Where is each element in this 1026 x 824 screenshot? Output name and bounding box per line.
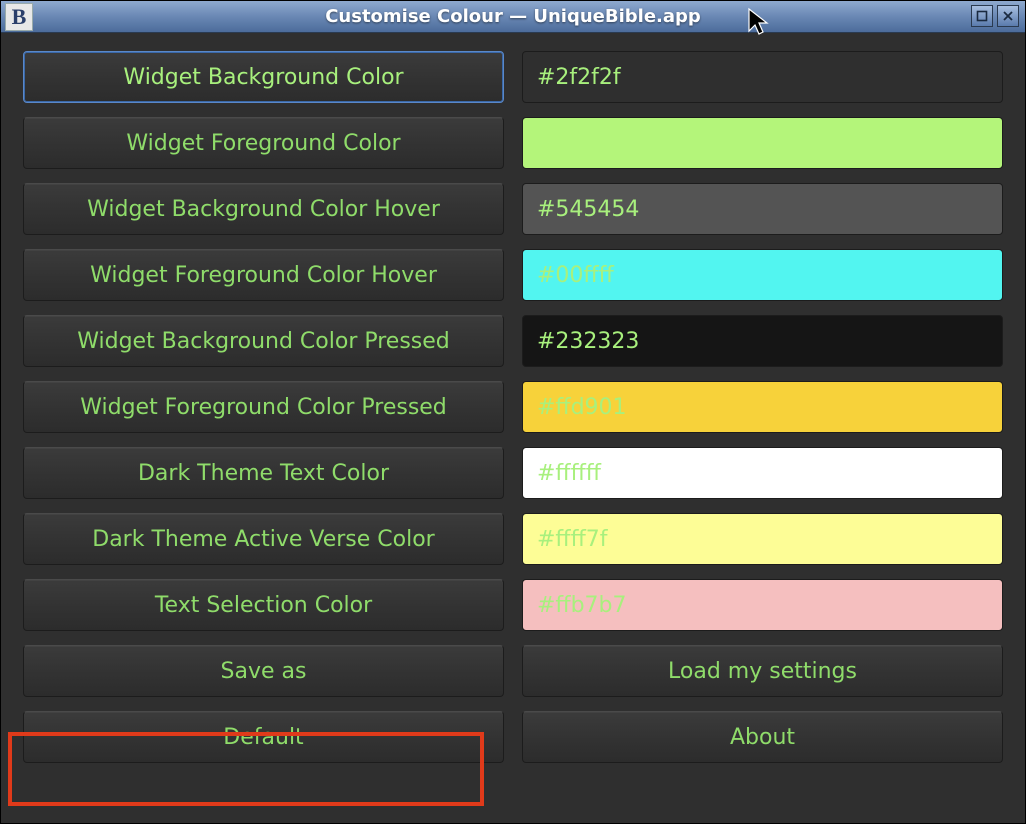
- app-window: B Customise Colour — UniqueBible.app Wid…: [0, 0, 1026, 824]
- color-label-button-3[interactable]: Widget Foreground Color Hover: [23, 249, 504, 301]
- color-label-button-0[interactable]: Widget Background Color: [23, 51, 504, 103]
- about-button[interactable]: About: [522, 711, 1003, 763]
- color-value-text: #ffb7b7: [537, 593, 627, 618]
- default-button[interactable]: Default: [23, 711, 504, 763]
- color-value-text: #00ffff: [537, 263, 614, 288]
- window-controls: [971, 5, 1019, 27]
- color-value-field-2[interactable]: #545454: [522, 183, 1003, 235]
- app-icon: B: [5, 3, 33, 31]
- color-value-field-8[interactable]: #ffb7b7: [522, 579, 1003, 631]
- default-button-label: Default: [223, 725, 303, 750]
- color-label-text: Dark Theme Text Color: [138, 461, 389, 486]
- app-icon-letter: B: [12, 4, 27, 30]
- color-label-text: Widget Foreground Color Hover: [90, 263, 437, 288]
- color-value-field-4[interactable]: #232323: [522, 315, 1003, 367]
- color-value-text: #ffffff: [537, 461, 601, 486]
- color-label-button-2[interactable]: Widget Background Color Hover: [23, 183, 504, 235]
- color-value-text: #ffd901: [537, 395, 627, 420]
- about-button-label: About: [730, 725, 795, 750]
- color-label-button-8[interactable]: Text Selection Color: [23, 579, 504, 631]
- color-label-text: Widget Foreground Color Pressed: [80, 395, 447, 420]
- load-settings-button-label: Load my settings: [668, 659, 857, 684]
- color-label-text: Widget Foreground Color: [126, 131, 400, 156]
- color-value-field-1[interactable]: [522, 117, 1003, 169]
- maximize-button[interactable]: [971, 5, 993, 27]
- color-value-text: #ffff7f: [537, 527, 608, 552]
- save-as-button[interactable]: Save as: [23, 645, 504, 697]
- color-label-button-5[interactable]: Widget Foreground Color Pressed: [23, 381, 504, 433]
- close-icon: [1002, 10, 1014, 22]
- content-area: Widget Background Color #2f2f2f Widget For…: [1, 33, 1025, 823]
- color-value-field-0[interactable]: #2f2f2f: [522, 51, 1003, 103]
- color-value-text: #232323: [537, 329, 639, 354]
- color-value-text: #545454: [537, 197, 639, 222]
- color-value-field-5[interactable]: #ffd901: [522, 381, 1003, 433]
- save-as-button-label: Save as: [221, 659, 307, 684]
- color-value-field-7[interactable]: #ffff7f: [522, 513, 1003, 565]
- color-label-text: Text Selection Color: [155, 593, 372, 618]
- color-value-field-3[interactable]: #00ffff: [522, 249, 1003, 301]
- color-value-text: #2f2f2f: [537, 65, 621, 90]
- color-value-field-6[interactable]: #ffffff: [522, 447, 1003, 499]
- maximize-icon: [976, 10, 988, 22]
- color-label-button-7[interactable]: Dark Theme Active Verse Color: [23, 513, 504, 565]
- color-label-button-1[interactable]: Widget Foreground Color: [23, 117, 504, 169]
- color-label-button-6[interactable]: Dark Theme Text Color: [23, 447, 504, 499]
- mouse-cursor-icon: [747, 7, 773, 37]
- close-button[interactable]: [997, 5, 1019, 27]
- color-label-text: Widget Background Color Pressed: [77, 329, 450, 354]
- color-label-button-4[interactable]: Widget Background Color Pressed: [23, 315, 504, 367]
- titlebar: B Customise Colour — UniqueBible.app: [1, 1, 1025, 33]
- color-label-text: Widget Background Color: [123, 65, 403, 90]
- load-settings-button[interactable]: Load my settings: [522, 645, 1003, 697]
- color-label-text: Dark Theme Active Verse Color: [92, 527, 434, 552]
- window-title: Customise Colour — UniqueBible.app: [1, 6, 1025, 27]
- color-label-text: Widget Background Color Hover: [87, 197, 440, 222]
